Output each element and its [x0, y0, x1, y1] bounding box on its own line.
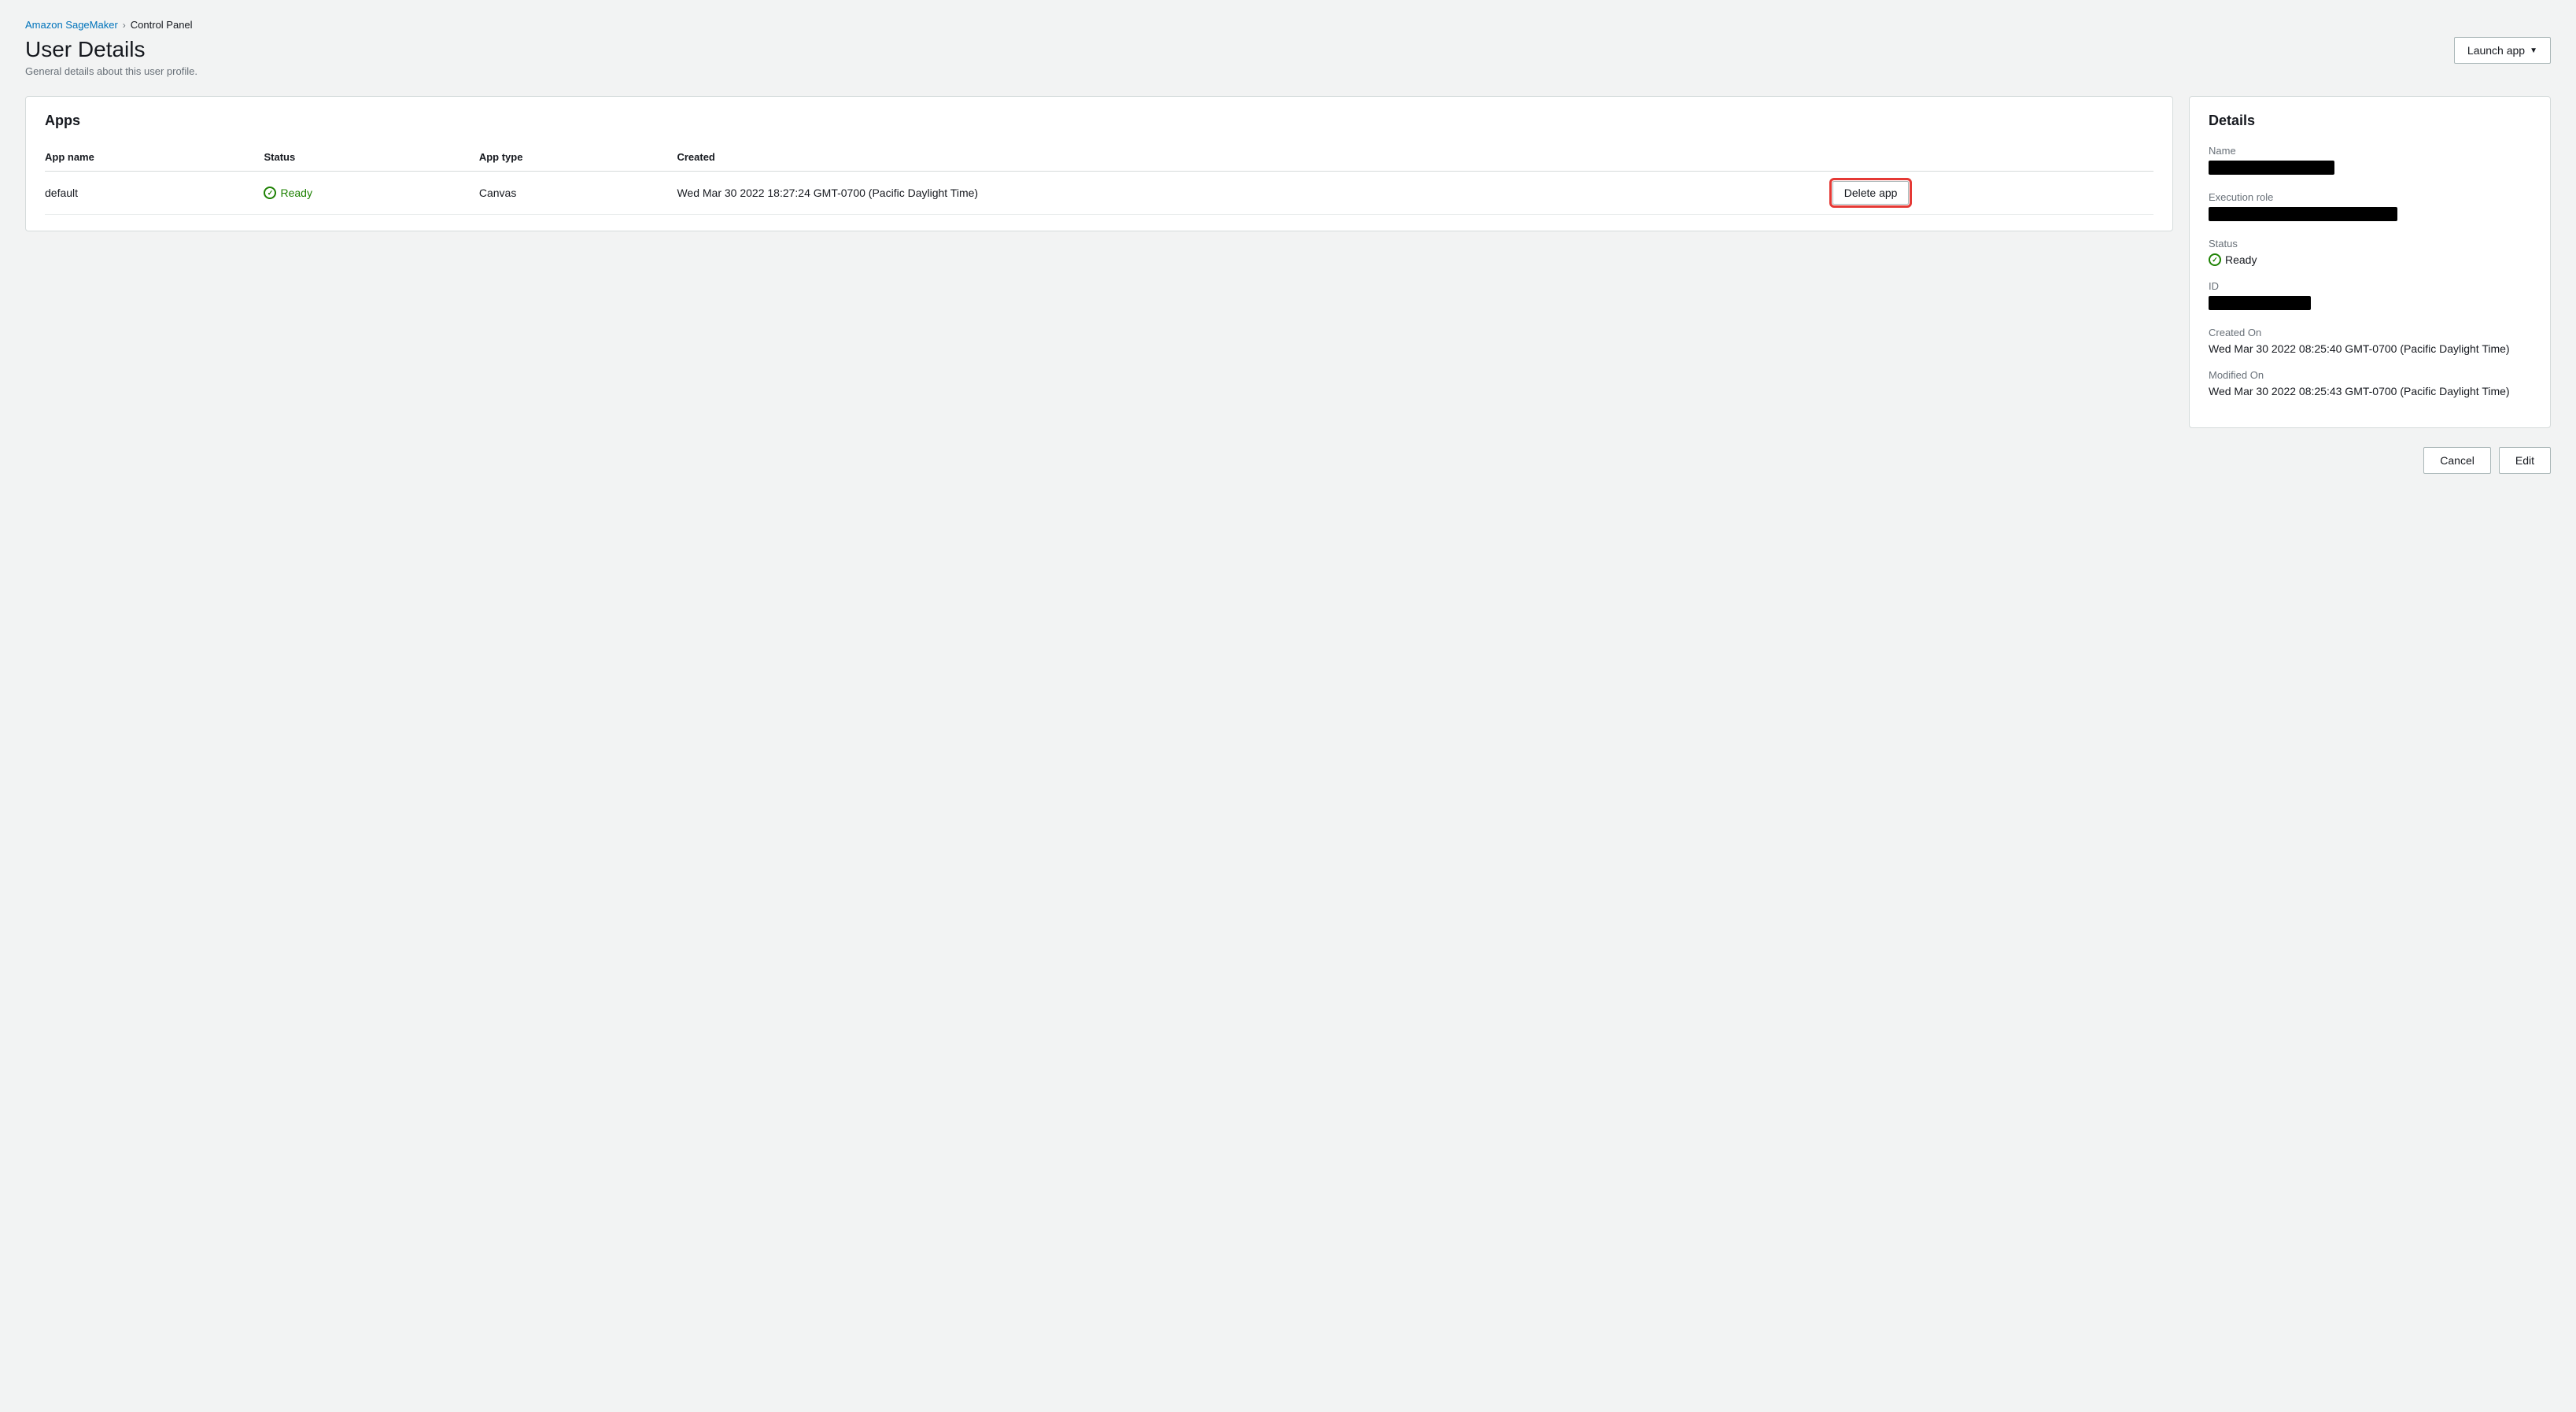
detail-id-value [2209, 296, 2531, 312]
col-header-status: Status [264, 145, 478, 172]
detail-name-label: Name [2209, 145, 2531, 157]
redacted-id [2209, 296, 2311, 310]
check-circle-icon-details [2209, 253, 2221, 266]
created-cell: Wed Mar 30 2022 18:27:24 GMT-0700 (Pacif… [677, 172, 1832, 215]
breadcrumb: Amazon SageMaker › Control Panel [25, 19, 2551, 31]
delete-app-button[interactable]: Delete app [1832, 181, 1910, 205]
status-ready: Ready [264, 187, 469, 199]
actions-cell: Delete app [1832, 172, 2153, 215]
check-circle-icon [264, 187, 276, 199]
redacted-role [2209, 207, 2397, 221]
detail-status: Status Ready [2209, 238, 2531, 266]
launch-app-label: Launch app [2467, 44, 2525, 57]
details-panel: Details Name Execution role Status Ready… [2189, 96, 2551, 428]
status-cell: Ready [264, 172, 478, 215]
breadcrumb-separator: › [123, 20, 126, 31]
detail-id: ID [2209, 280, 2531, 312]
status-ready-text-details: Ready [2225, 253, 2257, 266]
apps-table: App name Status App type Created default… [45, 145, 2153, 215]
chevron-down-icon: ▼ [2530, 46, 2537, 55]
detail-status-value: Ready [2209, 253, 2531, 266]
page-header: User Details General details about this … [25, 37, 2551, 77]
status-ready-label: Ready [280, 187, 312, 199]
detail-modified-on: Modified On Wed Mar 30 2022 08:25:43 GMT… [2209, 369, 2531, 397]
detail-execution-role: Execution role [2209, 191, 2531, 224]
details-title: Details [2209, 113, 2531, 129]
detail-execution-role-value [2209, 207, 2531, 224]
app-type-cell: Canvas [479, 172, 677, 215]
detail-modified-on-label: Modified On [2209, 369, 2531, 381]
detail-status-label: Status [2209, 238, 2531, 250]
redacted-name [2209, 161, 2334, 175]
launch-app-button[interactable]: Launch app ▼ [2454, 37, 2551, 64]
main-content: Apps App name Status App type Created de… [25, 96, 2551, 428]
col-header-created: Created [677, 145, 1832, 172]
edit-button[interactable]: Edit [2499, 447, 2551, 474]
bottom-actions: Cancel Edit [25, 447, 2551, 474]
table-row: default Ready Canvas Wed Mar 30 2022 18:… [45, 172, 2153, 215]
col-header-actions [1832, 145, 2153, 172]
detail-name-value [2209, 161, 2531, 177]
cancel-button[interactable]: Cancel [2423, 447, 2491, 474]
detail-created-on-label: Created On [2209, 327, 2531, 338]
col-header-app-type: App type [479, 145, 677, 172]
detail-created-on: Created On Wed Mar 30 2022 08:25:40 GMT-… [2209, 327, 2531, 355]
detail-modified-on-value: Wed Mar 30 2022 08:25:43 GMT-0700 (Pacif… [2209, 385, 2531, 397]
breadcrumb-current: Control Panel [131, 19, 193, 31]
detail-created-on-value: Wed Mar 30 2022 08:25:40 GMT-0700 (Pacif… [2209, 342, 2531, 355]
table-header-row: App name Status App type Created [45, 145, 2153, 172]
page-title: User Details [25, 37, 197, 62]
detail-execution-role-label: Execution role [2209, 191, 2531, 203]
app-name-cell: default [45, 172, 264, 215]
detail-name: Name [2209, 145, 2531, 177]
page-title-group: User Details General details about this … [25, 37, 197, 77]
apps-panel: Apps App name Status App type Created de… [25, 96, 2173, 231]
apps-panel-title: Apps [45, 113, 2153, 129]
col-header-app-name: App name [45, 145, 264, 172]
detail-id-label: ID [2209, 280, 2531, 292]
breadcrumb-link-sagemaker[interactable]: Amazon SageMaker [25, 19, 118, 31]
page-subtitle: General details about this user profile. [25, 65, 197, 77]
